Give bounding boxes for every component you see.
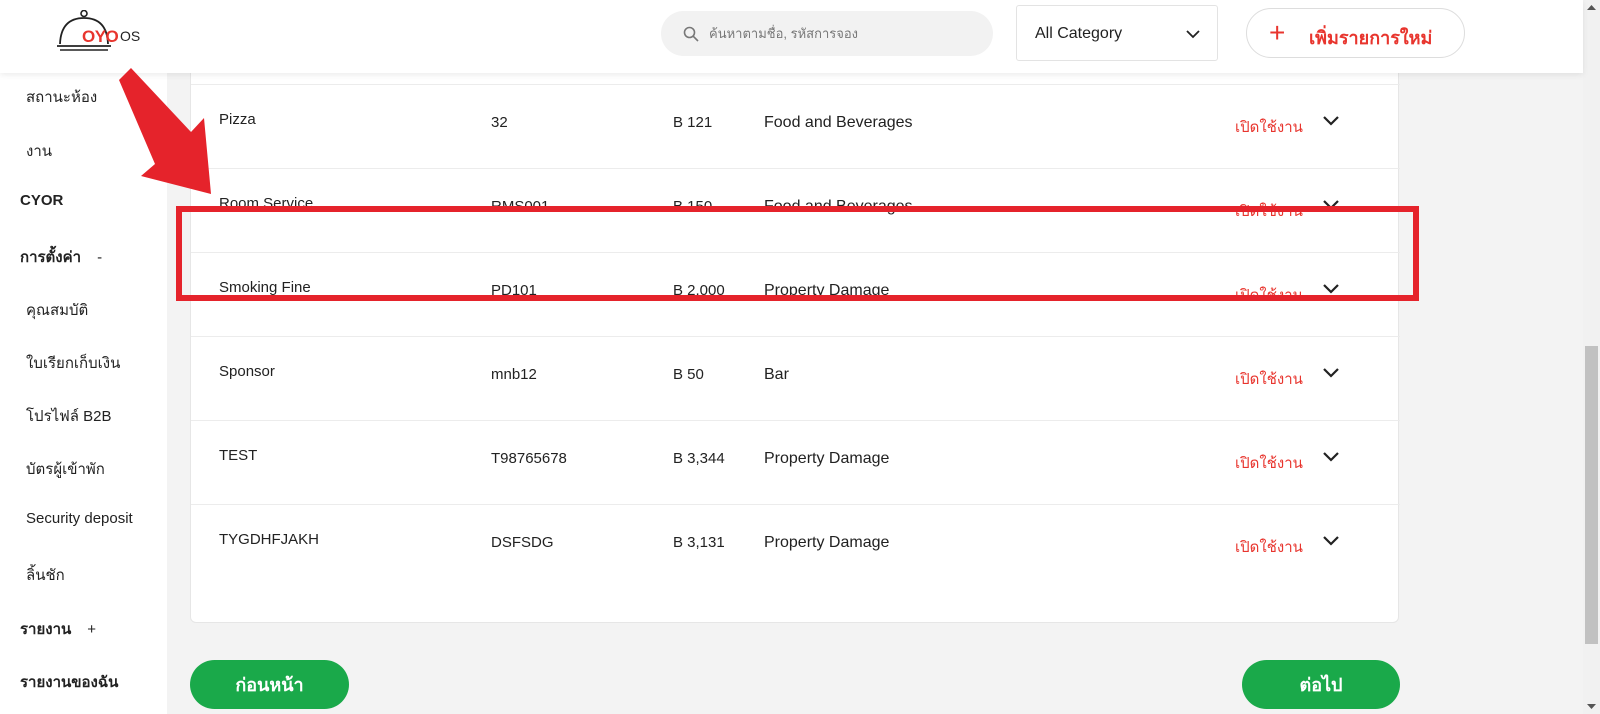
table-row[interactable]: Sponsor mnb12 B 50 Bar เปิดใช้งาน — [191, 337, 1400, 421]
item-status-toggle[interactable]: เปิดใช้งาน — [1235, 115, 1303, 139]
item-code: 32 — [491, 114, 508, 131]
item-status-toggle[interactable]: เปิดใช้งาน — [1235, 199, 1303, 223]
chevron-down-icon — [1186, 30, 1200, 39]
page-scrollbar[interactable] — [1583, 0, 1600, 714]
sidebar-item[interactable]: บัตรผู้เข้าพัก — [26, 457, 105, 481]
item-price: B 150 — [673, 198, 713, 215]
collapse-icon[interactable]: - — [97, 249, 102, 266]
sidebar-item-label: งาน — [26, 143, 53, 160]
scroll-thumb[interactable] — [1585, 346, 1598, 644]
sidebar-item[interactable]: รายงานของฉัน — [20, 670, 118, 694]
item-code: mnb12 — [491, 366, 537, 383]
sidebar-item-label: Security deposit — [26, 510, 133, 527]
item-category: Property Damage — [764, 282, 890, 299]
items-table: Pillow002B 300Property Damageเปิดใช้งานP… — [190, 27, 1400, 623]
item-name: Sponsor — [219, 363, 275, 380]
item-status-toggle[interactable]: เปิดใช้งาน — [1235, 535, 1303, 559]
logo-text: OYO — [82, 27, 119, 46]
expand-icon[interactable]: + — [87, 621, 96, 638]
previous-page-button[interactable]: ก่อนหน้า — [190, 660, 349, 709]
sidebar-item-label: รายงานของฉัน — [20, 674, 119, 691]
table-row[interactable]: TEST T98765678 B 3,344 Property Damage เปิดใ… — [191, 421, 1400, 505]
item-price: B 3,131 — [673, 534, 725, 551]
scroll-up-arrow-icon[interactable] — [1587, 3, 1596, 12]
item-code: T98765678 — [491, 450, 567, 467]
item-price: B 121 — [673, 114, 713, 131]
sidebar-item-label: โปรไฟล์ B2B — [26, 408, 112, 425]
sidebar-item-label: ลิ้นชัก — [26, 567, 65, 584]
item-price: B 50 — [673, 366, 704, 383]
item-status-toggle[interactable]: เปิดใช้งาน — [1235, 283, 1303, 307]
sidebar-item[interactable]: CYOR — [20, 192, 63, 209]
item-name: Smoking Fine — [219, 279, 311, 296]
search-icon — [683, 26, 699, 42]
sidebar-item[interactable]: โปรไฟล์ B2B — [26, 404, 112, 428]
item-code: DSFSDG — [491, 534, 554, 551]
item-price: B 3,344 — [673, 450, 725, 467]
item-name: Pizza — [219, 111, 256, 128]
sidebar-item[interactable]: การตั้งค่า - — [20, 245, 102, 269]
item-category: Property Damage — [764, 534, 890, 551]
sidebar-item-label: สถานะห้อง — [26, 89, 98, 106]
item-name: TEST — [219, 447, 258, 464]
sidebar-item[interactable]: ลิ้นชัก — [26, 563, 65, 587]
chevron-down-icon[interactable] — [1321, 195, 1341, 215]
category-select[interactable]: All Category — [1016, 5, 1218, 61]
sidebar-item[interactable]: คุณสมบัติ — [26, 298, 88, 322]
item-price: B 2,000 — [673, 282, 725, 299]
chevron-down-icon[interactable] — [1321, 279, 1341, 299]
item-category: Property Damage — [764, 450, 890, 467]
oyo-os-logo[interactable]: OYO OS — [56, 9, 146, 58]
sidebar-item[interactable]: ใบเรียกเก็บเงิน — [26, 351, 120, 375]
item-category: Food and Beverages — [764, 114, 913, 131]
item-category: Bar — [764, 366, 789, 383]
item-name: Room Service — [219, 195, 314, 212]
chevron-down-icon[interactable] — [1321, 447, 1341, 467]
top-header: OYO OS All Category + เพิ่มรายการใหม่ — [0, 0, 1583, 73]
search-input[interactable] — [709, 11, 979, 56]
table-row[interactable]: Room Service RMS001 B 150 Food and Beverage… — [191, 169, 1400, 253]
sidebar-item[interactable]: สถานะห้อง — [26, 85, 97, 109]
next-page-button[interactable]: ต่อไป — [1242, 660, 1400, 709]
chevron-down-icon[interactable] — [1321, 531, 1341, 551]
sidebar-item-label: คุณสมบัติ — [26, 302, 89, 319]
add-new-item-button[interactable]: + เพิ่มรายการใหม่ — [1246, 8, 1465, 58]
sidebar-item-label: การตั้งค่า — [20, 249, 82, 266]
table-row[interactable]: Smoking Fine PD101 B 2,000 Property Damage เ… — [191, 253, 1400, 337]
category-selected-value: All Category — [1035, 25, 1123, 42]
sidebar-item-label: ใบเรียกเก็บเงิน — [26, 355, 121, 372]
item-name: TYGDHFJAKH — [219, 531, 320, 548]
item-status-toggle[interactable]: เปิดใช้งาน — [1235, 367, 1303, 391]
table-row[interactable]: Pizza 32 B 121 Food and Beverages เปิดใช้งาน — [191, 85, 1400, 169]
sidebar-item[interactable]: รายงาน + — [20, 617, 96, 641]
sidebar-item[interactable]: Security deposit — [26, 510, 133, 527]
chevron-down-icon[interactable] — [1321, 111, 1341, 131]
table-row[interactable]: TYGDHFJAKH DSFSDG B 3,131 Property Damage เป… — [191, 505, 1400, 589]
add-new-item-label: เพิ่มรายการใหม่ — [1309, 28, 1433, 48]
sidebar: สถานะห้องงาน CYOR การตั้งค่า - คุณสมบัติใบเร… — [0, 73, 167, 714]
sidebar-item-label: บัตรผู้เข้าพัก — [26, 461, 105, 478]
plus-icon: + — [1269, 17, 1286, 48]
item-code: PD101 — [491, 282, 537, 299]
scroll-down-arrow-icon[interactable] — [1587, 702, 1596, 711]
sidebar-item-label: รายงาน — [20, 621, 72, 638]
sidebar-item[interactable]: งาน — [26, 139, 52, 163]
logo-suffix: OS — [120, 28, 141, 44]
item-code: RMS001 — [491, 198, 550, 215]
search-box[interactable] — [661, 11, 993, 56]
item-status-toggle[interactable]: เปิดใช้งาน — [1235, 451, 1303, 475]
item-category: Food and Beverages — [764, 198, 913, 215]
sidebar-item-label: CYOR — [20, 192, 64, 209]
chevron-down-icon[interactable] — [1321, 363, 1341, 383]
